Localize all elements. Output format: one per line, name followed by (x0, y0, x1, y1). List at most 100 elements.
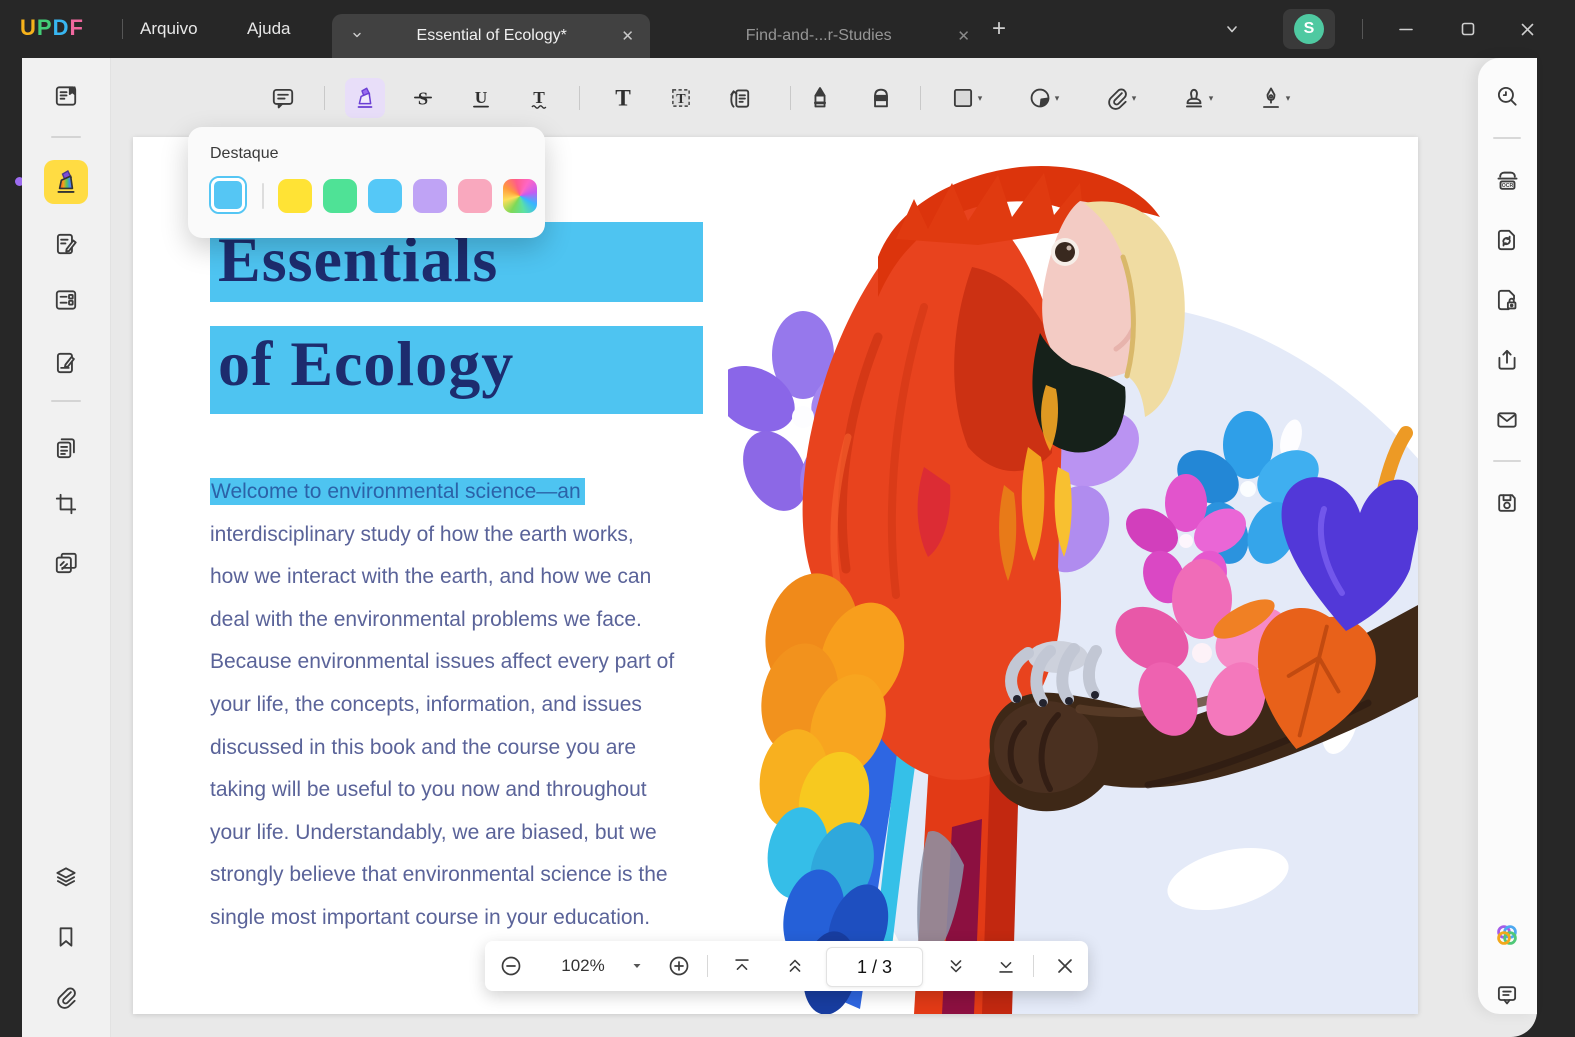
stamp-icon (1185, 88, 1202, 108)
eraser-icon (874, 88, 888, 108)
previous-page-button[interactable] (783, 954, 807, 978)
next-page-button[interactable] (944, 954, 968, 978)
sidebar-item-attachments[interactable] (44, 975, 88, 1019)
panel-item-protect[interactable] (1487, 280, 1527, 320)
first-page-button[interactable] (730, 954, 754, 978)
paragraph-line: Because environmental issues affect ever… (210, 650, 675, 674)
comment-icon (272, 88, 294, 109)
tool-text-box[interactable]: T (661, 78, 701, 118)
document-lock-icon (1497, 289, 1517, 311)
save-icon (1498, 494, 1516, 512)
svg-text:T: T (615, 86, 631, 112)
sidebar-item-bookmarks[interactable] (44, 915, 88, 959)
tool-eraser[interactable] (861, 78, 901, 118)
updf-ai-icon (1497, 925, 1517, 945)
ocr-icon: OCR (1497, 171, 1517, 190)
swatch-yellow[interactable] (278, 179, 312, 213)
highlight-color-popup: Destaque (188, 127, 545, 238)
pdf-page[interactable]: Essentials of Ecology Welcome to environ… (133, 137, 1418, 1014)
share-icon (1498, 349, 1516, 370)
convert-icon (1497, 229, 1515, 251)
tool-text[interactable]: T (603, 78, 643, 118)
tool-sticker[interactable]: ▾ (1015, 78, 1071, 118)
swatch-green[interactable] (323, 179, 357, 213)
panel-item-share[interactable] (1487, 340, 1527, 380)
tool-highlight[interactable] (345, 78, 385, 118)
paragraph-line: deal with the environmental problems we … (210, 607, 642, 631)
page-indicator[interactable]: 1 / 3 (826, 947, 923, 987)
callout-icon (730, 89, 750, 108)
panel-item-convert[interactable] (1487, 220, 1527, 260)
sidebar-item-annotate[interactable] (44, 160, 88, 204)
tool-strikethrough[interactable]: S (403, 78, 443, 118)
underline-icon: U (473, 88, 489, 108)
zoom-level[interactable]: 102% (551, 941, 615, 991)
text-icon: T (615, 86, 631, 112)
tab-close-icon[interactable]: ✕ (957, 27, 970, 45)
tabs-chevron-down-icon[interactable] (1220, 17, 1244, 41)
tab-close-icon[interactable]: ✕ (621, 27, 634, 45)
menu-arquivo[interactable]: Arquivo (140, 0, 198, 58)
tab-chevron-down-icon[interactable] (352, 27, 362, 45)
sidebar-item-sign[interactable] (44, 341, 88, 385)
divider (51, 136, 81, 138)
chevron-down-icon: ▾ (1131, 92, 1137, 103)
tool-pencil[interactable] (800, 78, 840, 118)
swatch-purple[interactable] (413, 179, 447, 213)
strikethrough-icon: S (414, 89, 432, 109)
tool-comment[interactable] (263, 78, 303, 118)
tool-stamp[interactable]: ▾ (1169, 78, 1225, 118)
sidebar-item-edit[interactable] (44, 222, 88, 266)
envelope-icon (1497, 412, 1517, 428)
sidebar-item-watermark[interactable] (44, 541, 88, 585)
account-button[interactable]: S (1283, 9, 1335, 49)
swatch-selected[interactable] (209, 176, 247, 214)
swatch-custom-rainbow[interactable] (503, 179, 537, 213)
chevron-down-icon: ▾ (1285, 92, 1291, 103)
minimize-button[interactable] (1392, 17, 1420, 41)
panel-item-search[interactable] (1487, 76, 1527, 116)
zoom-chevron-down-icon[interactable] (625, 954, 649, 978)
crop-icon (55, 493, 77, 515)
maximize-button[interactable] (1454, 17, 1482, 41)
divider (707, 955, 708, 977)
menu-ajuda[interactable]: Ajuda (247, 0, 290, 58)
tab-find-and-studies[interactable]: Find-and-...r-Studies ✕ (680, 14, 980, 58)
tool-signature[interactable]: ▾ (1246, 78, 1302, 118)
tool-underline[interactable]: U (461, 78, 501, 118)
sidebar-item-reader[interactable] (44, 74, 88, 118)
zoom-in-button[interactable] (667, 954, 691, 978)
sidebar-item-crop[interactable] (44, 482, 88, 526)
popup-title: Destaque (210, 145, 279, 162)
divider (1033, 955, 1034, 977)
svg-text:OCR: OCR (1501, 183, 1513, 189)
sidebar-item-forms[interactable] (44, 278, 88, 322)
tool-callout[interactable] (719, 78, 759, 118)
close-button[interactable] (1513, 17, 1541, 41)
zoom-out-button[interactable] (499, 954, 523, 978)
tool-shape[interactable]: ▾ (938, 78, 994, 118)
close-navigation-button[interactable] (1053, 954, 1077, 978)
search-icon (1497, 86, 1517, 106)
swatch-cyan[interactable] (368, 179, 402, 213)
paragraph-line: strongly believe that environmental scie… (210, 863, 668, 887)
paragraph-line: taking will be useful to you now and thr… (210, 778, 647, 802)
tool-attachment[interactable]: ▾ (1092, 78, 1148, 118)
highlighted-text[interactable]: Welcome to environmental science—an (210, 478, 585, 505)
paragraph-line: interdisciplinary study of how the earth… (210, 522, 634, 546)
panel-item-updf-ai[interactable] (1487, 915, 1527, 955)
sidebar-item-organize-pages[interactable] (44, 426, 88, 470)
svg-text:U: U (475, 88, 488, 107)
paragraph-line: discussed in this book and the course yo… (210, 735, 637, 759)
swatch-pink[interactable] (458, 179, 492, 213)
tab-essential-of-ecology[interactable]: Essential of Ecology* ✕ (332, 14, 650, 58)
divider (579, 86, 580, 110)
panel-item-email[interactable] (1487, 400, 1527, 440)
panel-item-ocr[interactable]: OCR (1487, 160, 1527, 200)
new-tab-button[interactable]: + (992, 0, 1006, 58)
sidebar-item-layers[interactable] (44, 855, 88, 899)
tool-squiggly-underline[interactable]: T (519, 78, 559, 118)
last-page-button[interactable] (994, 954, 1018, 978)
panel-item-save[interactable] (1487, 483, 1527, 523)
panel-item-feedback[interactable] (1487, 975, 1527, 1015)
